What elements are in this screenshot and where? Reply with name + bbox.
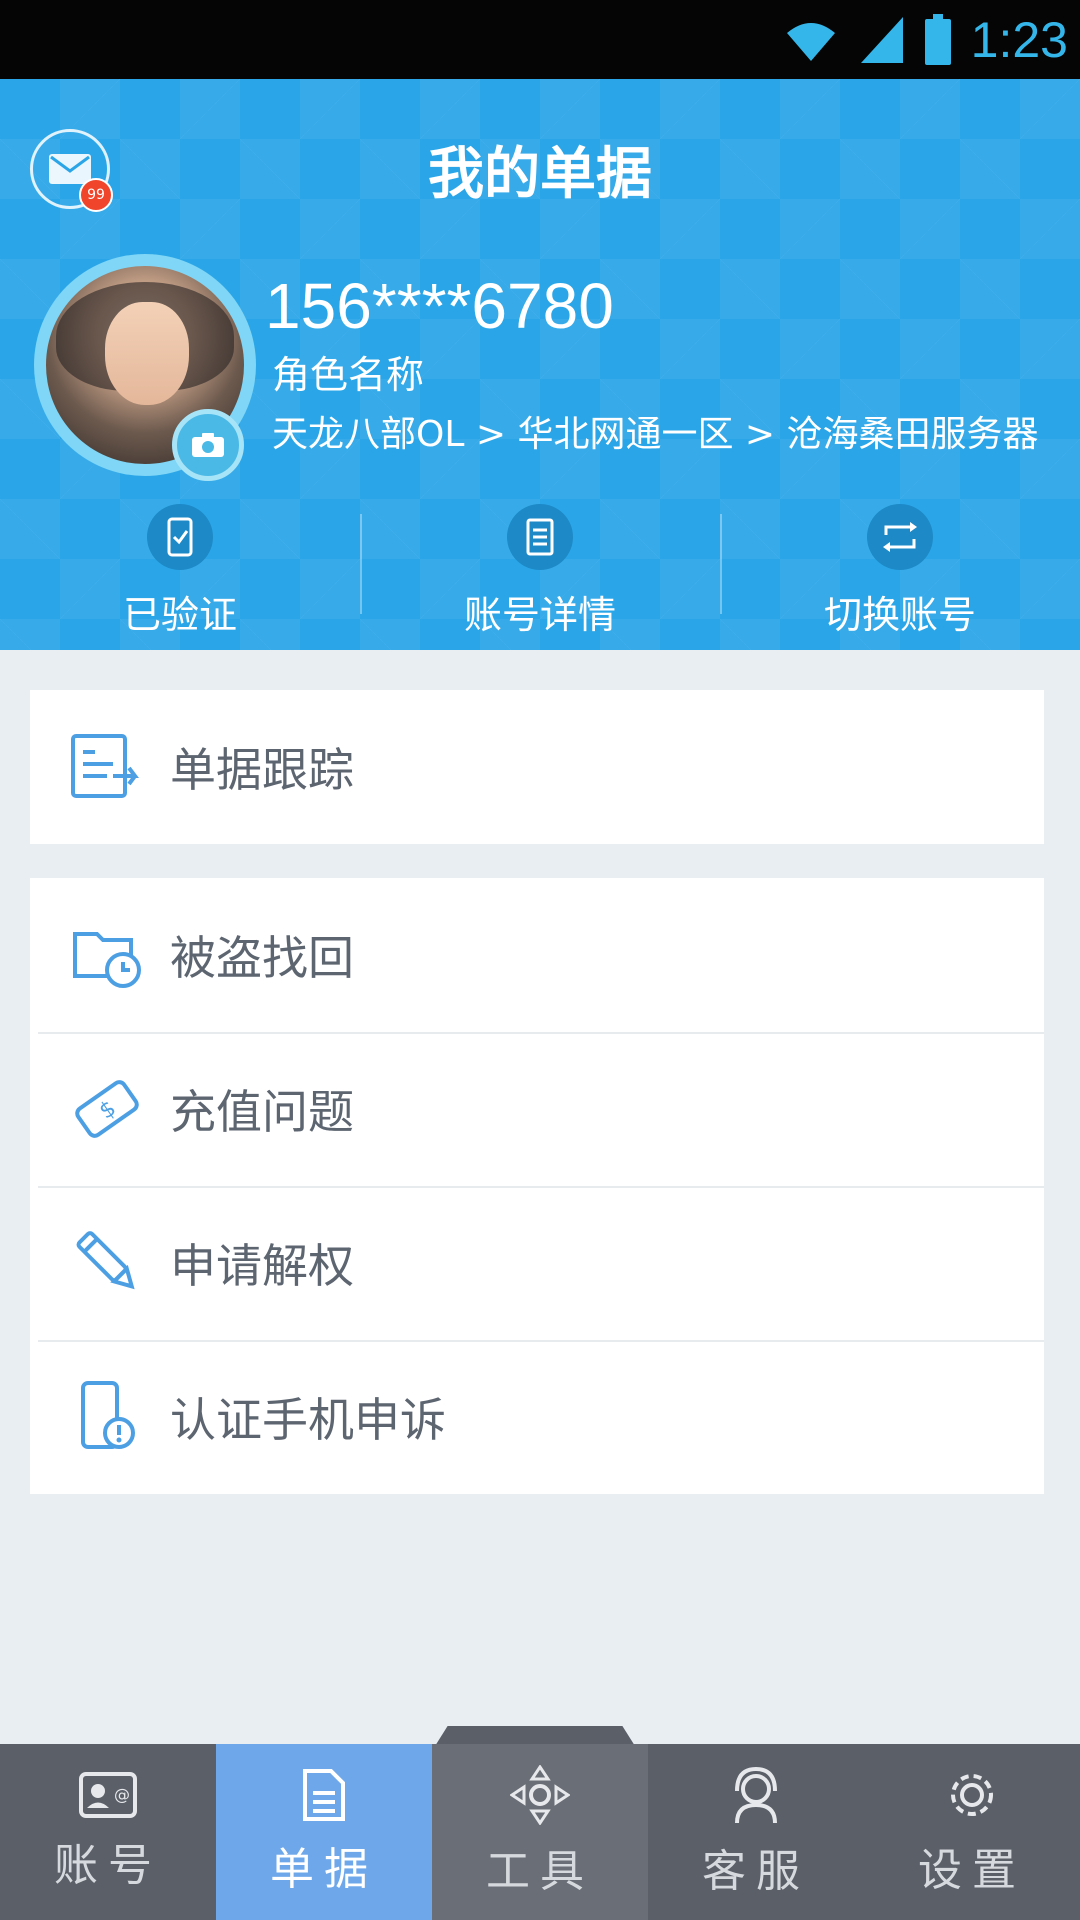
account-card-icon: @: [79, 1772, 137, 1818]
menu-item-label: 认证手机申诉: [170, 1393, 446, 1447]
nav-label: 客服: [702, 1846, 810, 1897]
status-time: 1:23: [970, 12, 1068, 68]
pencil-icon: [62, 1218, 152, 1308]
menu-item-label: 被盗找回: [170, 931, 354, 985]
menu-item-label: 单据跟踪: [170, 743, 354, 797]
server-path: 天龙八部OL > 华北网通一区 > 沧海桑田服务器: [272, 414, 1039, 455]
camera-icon: [192, 433, 224, 457]
secondary-menu-card: 被盗找回 $ 充值问题 申请解权 认证手机申诉: [30, 878, 1044, 1494]
quick-action-label: 切换账号: [823, 593, 976, 637]
profile-header: 99 我的单据 156****6780 角色名称 天龙八部OL > 华北网通一区…: [0, 79, 1080, 650]
gear-icon: [951, 1774, 993, 1816]
quick-action-label: 账号详情: [463, 593, 616, 637]
menu-item-label: 充值问题: [170, 1085, 354, 1139]
role-name: 角色名称: [272, 353, 425, 397]
svg-text:@: @: [114, 1785, 130, 1804]
switch-icon: [867, 504, 933, 570]
quick-action-label: 已验证: [122, 593, 237, 637]
menu-item-unlock-request[interactable]: 申请解权: [30, 1186, 1044, 1340]
phone-alert-icon: [62, 1372, 152, 1462]
signal-icon: [860, 17, 903, 63]
menu-item-ticket-tracking[interactable]: 单据跟踪: [30, 690, 1044, 844]
nav-label: 工具: [486, 1846, 594, 1897]
menu-item-phone-appeal[interactable]: 认证手机申诉: [30, 1340, 1044, 1494]
primary-menu-card: 单据跟踪: [30, 690, 1044, 844]
nav-tab-support[interactable]: 客服: [648, 1744, 864, 1920]
menu-item-label: 申请解权: [170, 1239, 354, 1293]
folder-clock-icon: [62, 910, 152, 1000]
nav-tab-account[interactable]: @ 账号: [0, 1744, 216, 1920]
nav-tab-tickets[interactable]: 单据: [216, 1744, 432, 1920]
nav-tab-settings[interactable]: 设置: [864, 1744, 1080, 1920]
quick-actions: 已验证 账号详情 切换账号: [0, 504, 1080, 644]
quick-action-account-details[interactable]: 账号详情: [360, 504, 720, 644]
dollar-ticket-icon: $: [62, 1064, 152, 1154]
battery-icon: [924, 14, 951, 65]
document-icon: [303, 1769, 345, 1821]
quick-action-switch-account[interactable]: 切换账号: [720, 504, 1080, 644]
nav-tab-tools[interactable]: 工具: [432, 1744, 648, 1920]
menu-item-recharge-issue[interactable]: $ 充值问题: [30, 1032, 1044, 1186]
tools-icon: [510, 1765, 570, 1825]
menu-item-stolen-recovery[interactable]: 被盗找回: [30, 878, 1044, 1032]
status-bar: 1:23: [0, 0, 1080, 79]
nav-label: 单据: [270, 1844, 378, 1895]
account-phone: 156****6780: [265, 270, 614, 342]
bottom-nav: @ 账号 单据 工具 客服 设置: [0, 1744, 1080, 1920]
headset-icon: [735, 1766, 777, 1824]
verified-phone-icon: [147, 504, 213, 570]
nav-label: 账号: [54, 1840, 162, 1891]
page-title: 我的单据: [428, 142, 652, 207]
status-icons: 1:23: [781, 10, 1068, 70]
wifi-icon: [786, 23, 835, 61]
document-icon: [507, 504, 573, 570]
nav-label: 设置: [918, 1845, 1026, 1896]
quick-action-verified[interactable]: 已验证: [0, 504, 360, 644]
change-avatar-button[interactable]: [172, 409, 244, 481]
avatar-face: [105, 301, 189, 405]
ticket-tracking-icon: [62, 722, 152, 812]
